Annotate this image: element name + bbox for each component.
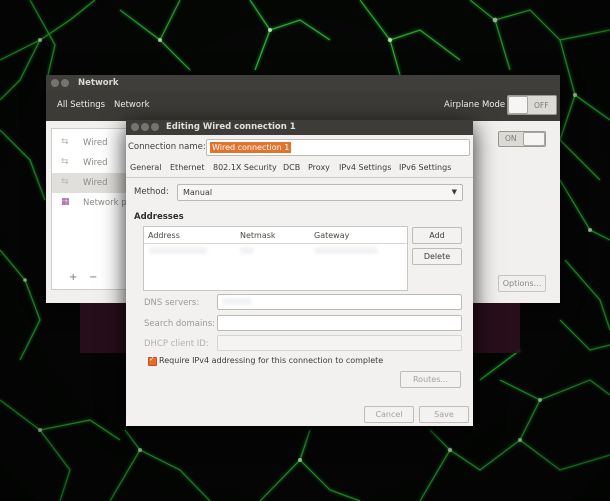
airplane-mode-toggle[interactable]: OFF — [507, 95, 557, 115]
method-label: Method: — [134, 187, 169, 197]
save-button[interactable]: Save — [419, 406, 469, 423]
connection-name-label: Connection name: — [128, 142, 206, 152]
column-header-address[interactable]: Address — [148, 231, 180, 240]
sidebar-item-label: Wired — [83, 178, 108, 188]
ethernet-icon: ⇆ — [61, 177, 69, 187]
dialog-title: Editing Wired connection 1 — [166, 122, 296, 132]
cancel-button[interactable]: Cancel — [364, 406, 414, 423]
tab-8021x-security[interactable]: 802.1X Security — [213, 163, 277, 172]
delete-address-button[interactable]: Delete — [412, 248, 462, 265]
sidebar-item-wired[interactable]: ⇆ Wired — [52, 133, 127, 153]
airplane-mode-label: Airplane Mode — [444, 100, 506, 110]
sidebar-item-wired[interactable]: ⇆ Wired — [52, 153, 127, 173]
tabs-divider — [126, 177, 473, 178]
window-title: Network — [78, 78, 119, 88]
method-select[interactable]: Manual ▼ — [177, 184, 463, 201]
require-ipv4-checkbox[interactable] — [148, 355, 157, 366]
editing-connection-dialog: Editing Wired connection 1 Connection na… — [126, 120, 473, 426]
wired-on-toggle[interactable]: ON — [498, 131, 546, 147]
connection-name-value: Wired connection 1 — [210, 142, 292, 153]
redacted-netmask[interactable] — [240, 247, 254, 254]
remove-connection-button[interactable]: − — [89, 272, 97, 283]
toggle-knob — [508, 96, 528, 114]
close-dialog-icon[interactable] — [131, 123, 139, 131]
toggle-knob — [523, 132, 545, 146]
method-value: Manual — [183, 188, 213, 197]
addresses-heading: Addresses — [134, 212, 184, 222]
all-settings-button[interactable]: All Settings — [57, 100, 105, 110]
tab-ipv4-settings[interactable]: IPv4 Settings — [339, 163, 391, 172]
sidebar-item-wired-selected[interactable]: ⇆ Wired — [52, 173, 127, 193]
network-titlebar[interactable]: Network — [46, 75, 560, 91]
dhcp-client-id-field[interactable] — [217, 335, 462, 351]
sidebar-item-label: Network p — [83, 198, 127, 208]
sidebar-item-label: Wired — [83, 158, 108, 168]
connection-name-field[interactable]: Wired connection 1 — [206, 139, 470, 156]
connections-sidebar: ⇆ Wired ⇆ Wired ⇆ Wired ▦ Network p + − — [51, 128, 128, 290]
sidebar-item-network-proxy[interactable]: ▦ Network p — [52, 193, 127, 213]
minimize-dialog-icon[interactable] — [141, 123, 149, 131]
settings-tabs: General Ethernet 802.1X Security DCB Pro… — [126, 160, 473, 176]
redacted-dns — [222, 298, 252, 305]
column-header-gateway[interactable]: Gateway — [314, 231, 349, 240]
tab-proxy[interactable]: Proxy — [308, 163, 330, 172]
tab-ethernet[interactable]: Ethernet — [170, 163, 204, 172]
dropdown-arrow-icon: ▼ — [451, 188, 457, 196]
routes-button[interactable]: Routes... — [400, 371, 461, 388]
sidebar-item-label: Wired — [83, 138, 108, 148]
add-connection-button[interactable]: + — [69, 272, 77, 283]
tab-dcb[interactable]: DCB — [283, 163, 300, 172]
addresses-table: Address Netmask Gateway — [143, 226, 408, 291]
tab-ipv6-settings[interactable]: IPv6 Settings — [399, 163, 451, 172]
toggle-state: OFF — [534, 101, 549, 110]
dns-servers-label: DNS servers: — [144, 298, 200, 308]
search-domains-label: Search domains: — [144, 319, 216, 329]
network-breadcrumb: Network — [114, 100, 150, 110]
minimize-window-icon[interactable] — [61, 79, 69, 87]
network-proxy-icon: ▦ — [61, 197, 70, 207]
add-address-button[interactable]: Add — [412, 227, 462, 244]
options-button[interactable]: Options... — [498, 275, 546, 292]
redacted-gateway[interactable] — [314, 247, 378, 254]
ethernet-icon: ⇆ — [61, 137, 69, 147]
search-domains-field[interactable] — [217, 315, 462, 331]
network-toolbar: All Settings Network Airplane Mode OFF — [46, 91, 560, 121]
tab-general[interactable]: General — [130, 163, 162, 172]
addresses-table-header: Address Netmask Gateway — [144, 227, 407, 244]
dns-servers-field[interactable] — [217, 294, 462, 310]
maximize-dialog-icon[interactable] — [151, 123, 159, 131]
require-ipv4-label: Require IPv4 addressing for this connect… — [159, 356, 384, 365]
redacted-address[interactable] — [149, 247, 207, 254]
close-window-icon[interactable] — [51, 79, 59, 87]
toggle-state: ON — [505, 134, 517, 143]
ethernet-icon: ⇆ — [61, 157, 69, 167]
column-header-netmask[interactable]: Netmask — [240, 231, 276, 240]
dhcp-client-id-label: DHCP client ID: — [144, 339, 209, 349]
dialog-titlebar[interactable]: Editing Wired connection 1 — [126, 120, 473, 135]
